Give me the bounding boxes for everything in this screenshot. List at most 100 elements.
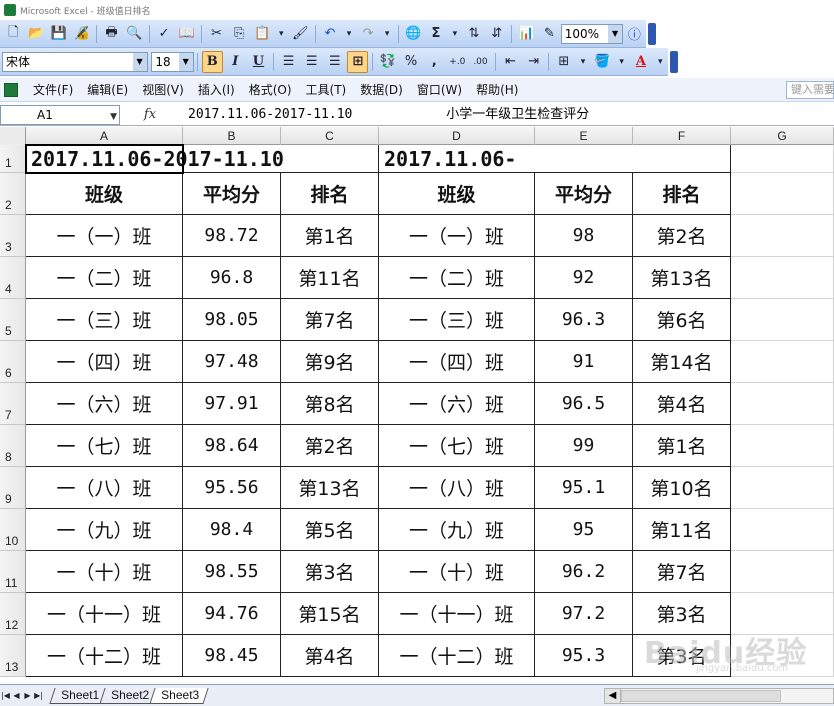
rank-cell[interactable]: 第3名 (633, 635, 731, 677)
italic-button[interactable]: I (225, 51, 246, 73)
row-header-1[interactable]: 1 (0, 145, 26, 173)
rank-cell[interactable]: 第11名 (281, 257, 379, 299)
cell-g1[interactable] (731, 145, 834, 173)
sort-descending-icon[interactable]: ⇵ (486, 23, 507, 45)
scrollbar-thumb[interactable] (621, 690, 781, 702)
next-sheet-icon[interactable]: ▶ (22, 691, 33, 700)
toolbar-options-icon[interactable] (670, 51, 678, 73)
column-header-e[interactable]: E (535, 127, 633, 145)
rank-cell[interactable]: 第6名 (633, 299, 731, 341)
worksheet-grid[interactable]: ABCDEFG 1 2 3 4 5 6 7 8 9 10 11 12 13 2017.11.06-201… (0, 127, 834, 684)
sheet-tab-3[interactable]: Sheet3 (149, 687, 209, 704)
score-cell[interactable]: 96.5 (535, 383, 633, 425)
rank-cell[interactable]: 第1名 (633, 425, 731, 467)
hyperlink-icon[interactable]: 🌐 (403, 23, 424, 45)
header-cell[interactable]: 班级 (26, 173, 183, 215)
score-cell[interactable]: 95.56 (183, 467, 281, 509)
help-search-input[interactable]: 键入需要 (786, 81, 834, 99)
cut-icon[interactable]: ✂ (206, 23, 227, 45)
column-header-f[interactable]: F (633, 127, 731, 145)
underline-button[interactable]: U (248, 51, 269, 73)
redo-icon[interactable]: ↷ (358, 23, 379, 45)
cell-g[interactable] (731, 593, 834, 635)
rank-cell[interactable]: 第13名 (281, 467, 379, 509)
score-cell[interactable]: 97.2 (535, 593, 633, 635)
last-sheet-icon[interactable]: ▶| (33, 691, 44, 700)
header-cell[interactable]: 排名 (633, 173, 731, 215)
cell-g[interactable] (731, 551, 834, 593)
score-cell[interactable]: 95.1 (535, 467, 633, 509)
row-header-7[interactable]: 7 (0, 383, 26, 425)
menu-format[interactable]: 格式(O) (242, 79, 299, 101)
redo-dropdown-icon[interactable]: ▾ (380, 23, 393, 45)
header-cell[interactable]: 班级 (379, 173, 535, 215)
open-folder-icon[interactable]: 📂 (26, 23, 47, 45)
font-color-button[interactable]: A (630, 51, 651, 73)
score-cell[interactable]: 98.05 (183, 299, 281, 341)
row-header-12[interactable]: 12 (0, 593, 26, 635)
merge-center-icon[interactable]: ⊞ (347, 50, 369, 73)
score-cell[interactable]: 91 (535, 341, 633, 383)
title-cell-a1[interactable]: 2017.11.06-2017-11.10 (26, 145, 379, 173)
first-sheet-icon[interactable]: |◀ (0, 691, 11, 700)
cell-g[interactable] (731, 299, 834, 341)
class-name-cell[interactable]: 一（三）班 (379, 299, 535, 341)
menu-file[interactable]: 文件(F) (26, 79, 80, 101)
cell-g2[interactable] (731, 173, 834, 215)
score-cell[interactable]: 97.48 (183, 341, 281, 383)
print-preview-icon[interactable]: 🔍 (124, 23, 145, 45)
class-name-cell[interactable]: 一（三）班 (26, 299, 183, 341)
name-box[interactable]: A1 ▼ (0, 104, 120, 125)
drawing-icon[interactable]: ✎ (539, 23, 560, 45)
row-header-5[interactable]: 5 (0, 299, 26, 341)
horizontal-scrollbar[interactable]: ◀ (604, 688, 834, 704)
score-cell[interactable]: 98.45 (183, 635, 281, 677)
help-icon[interactable]: ⓘ (624, 23, 645, 45)
score-cell[interactable]: 97.91 (183, 383, 281, 425)
class-name-cell[interactable]: 一（十）班 (379, 551, 535, 593)
class-name-cell[interactable]: 一（四）班 (379, 341, 535, 383)
cell-g[interactable] (731, 215, 834, 257)
borders-icon[interactable]: ⊞ (553, 51, 574, 73)
menu-data[interactable]: 数据(D) (353, 79, 410, 101)
row-header-9[interactable]: 9 (0, 467, 26, 509)
decrease-decimal-icon[interactable]: .00 (470, 51, 491, 73)
fill-color-icon[interactable]: 🪣 (592, 51, 613, 73)
cell-f1[interactable] (633, 145, 731, 173)
select-all-corner[interactable] (0, 127, 26, 145)
cell-g[interactable] (731, 341, 834, 383)
rank-cell[interactable]: 第2名 (633, 215, 731, 257)
increase-indent-icon[interactable]: ⇥ (523, 51, 544, 73)
increase-decimal-icon[interactable]: +.0 (447, 51, 468, 73)
decrease-indent-icon[interactable]: ⇤ (500, 51, 521, 73)
rank-cell[interactable]: 第10名 (633, 467, 731, 509)
align-center-icon[interactable]: ☰ (301, 51, 322, 73)
spelling-icon[interactable]: ✓ (154, 23, 175, 45)
autosum-icon[interactable]: Σ (425, 23, 446, 45)
rank-cell[interactable]: 第15名 (281, 593, 379, 635)
row-header-11[interactable]: 11 (0, 551, 26, 593)
align-left-icon[interactable]: ☰ (278, 51, 299, 73)
row-header-8[interactable]: 8 (0, 425, 26, 467)
rank-cell[interactable]: 第3名 (633, 593, 731, 635)
score-cell[interactable]: 92 (535, 257, 633, 299)
class-name-cell[interactable]: 一（六）班 (26, 383, 183, 425)
class-name-cell[interactable]: 一（一）班 (26, 215, 183, 257)
column-header-b[interactable]: B (183, 127, 281, 145)
paste-dropdown-icon[interactable]: ▾ (275, 23, 288, 45)
formula-input[interactable]: 2017.11.06-2017-11.10 小学一年级卫生检查评分 (180, 105, 834, 125)
class-name-cell[interactable]: 一（二）班 (379, 257, 535, 299)
column-header-d[interactable]: D (379, 127, 535, 145)
row-header-13[interactable]: 13 (0, 635, 26, 677)
toolbar-options-icon[interactable] (648, 23, 656, 45)
row-header-2[interactable]: 2 (0, 173, 26, 215)
class-name-cell[interactable]: 一（八）班 (379, 467, 535, 509)
font-size-select[interactable]: 18 ▼ (151, 51, 194, 72)
chart-wizard-icon[interactable]: 📊 (516, 23, 537, 45)
chevron-down-icon[interactable]: ▼ (132, 52, 147, 71)
row-header-10[interactable]: 10 (0, 509, 26, 551)
rank-cell[interactable]: 第9名 (281, 341, 379, 383)
rank-cell[interactable]: 第11名 (633, 509, 731, 551)
insert-function-icon[interactable]: fx (120, 107, 180, 122)
bold-button[interactable]: B (201, 50, 223, 73)
